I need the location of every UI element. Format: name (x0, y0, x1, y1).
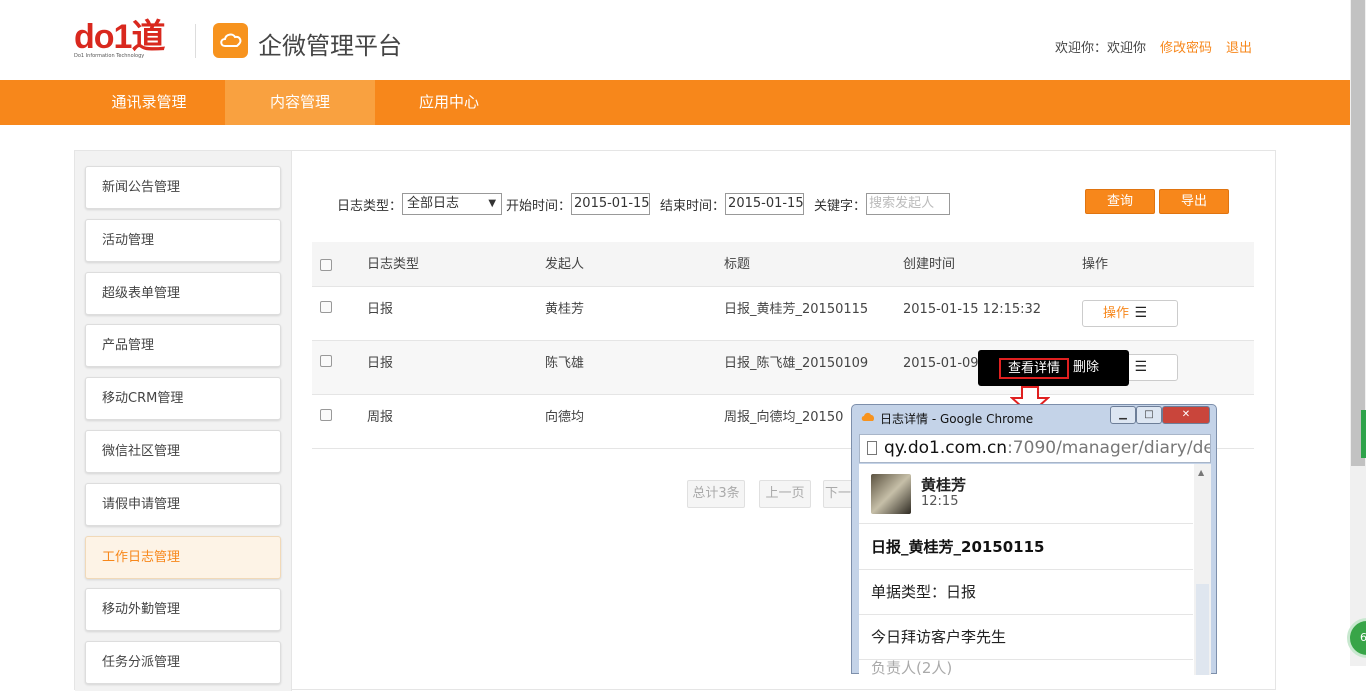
sidebar-item-news[interactable]: 新闻公告管理 (85, 166, 281, 209)
page-icon (867, 441, 877, 455)
end-time-input[interactable]: 2015-01-15 (725, 193, 805, 215)
sidebar-item-product[interactable]: 产品管理 (85, 324, 281, 367)
log-type-line: 单据类型：日报 (859, 571, 1193, 615)
start-time-label: 开始时间： (506, 198, 572, 214)
cell-title: 日报_陈飞雄_20150109 (724, 356, 869, 371)
app-title: 企微管理平台 (258, 32, 402, 60)
col-header-initiator: 发起人 (545, 257, 585, 272)
cell-created: 2015-01-09 (903, 356, 979, 371)
cloud-icon (861, 412, 875, 421)
view-detail-button[interactable]: 查看详情 (999, 358, 1069, 379)
pager-prev-button[interactable]: 上一页 (759, 480, 811, 508)
cell-initiator: 向德均 (545, 410, 585, 425)
cell-type: 周报 (367, 410, 394, 425)
url-path: :7090/manager/diary/detail. (1007, 438, 1210, 458)
greeting-text: 欢迎你：欢迎你 (1054, 41, 1146, 56)
page-scrollbar[interactable] (1350, 0, 1366, 666)
sidebar: 新闻公告管理 活动管理 超级表单管理 产品管理 移动CRM管理 微信社区管理 请… (75, 151, 292, 691)
page-scroll-thumb[interactable] (1351, 0, 1365, 466)
main-nav: 通讯录管理 内容管理 应用中心 (0, 80, 1350, 125)
table-row: 日报 黄桂芳 日报_黄桂芳_20150115 2015-01-15 12:15:… (312, 287, 1254, 341)
row-checkbox[interactable] (320, 301, 332, 313)
cell-type: 日报 (367, 302, 394, 317)
log-title: 日报_黄桂芳_20150115 (859, 525, 1193, 570)
sidebar-item-field-work[interactable]: 移动外勤管理 (85, 588, 281, 631)
keyword-input[interactable]: 搜索发起人 (866, 193, 951, 215)
post-time: 12:15 (921, 494, 959, 509)
row-checkbox[interactable] (320, 409, 332, 421)
query-button[interactable]: 查询 (1085, 189, 1155, 214)
minimize-icon[interactable]: ▁ (1110, 406, 1136, 424)
author-block: 黄桂芳 12:15 (859, 464, 1193, 524)
header: do1道 Do1 Information Technology 企微管理平台 欢… (0, 0, 1350, 80)
col-header-type: 日志类型 (367, 257, 420, 272)
nav-item-app-center[interactable]: 应用中心 (374, 80, 524, 125)
pager-total: 总计3条 (687, 480, 745, 508)
cell-initiator: 黄桂芳 (545, 302, 585, 317)
close-icon[interactable]: ✕ (1162, 406, 1210, 424)
row-action-button[interactable]: 操作 ☰ (1082, 300, 1178, 327)
sidebar-item-community[interactable]: 微信社区管理 (85, 430, 281, 473)
detail-chrome-window: 日志详情 - Google Chrome ▁ □ ✕ qy.do1.com.cn… (851, 404, 1217, 675)
log-content: 今日拜访客户李先生 (859, 616, 1193, 660)
popup-scrollbar[interactable]: ▲ (1194, 464, 1211, 675)
cell-created: 2015-01-15 12:15:32 (903, 302, 1042, 317)
change-password-link[interactable]: 修改密码 (1160, 37, 1212, 56)
detail-page: 黄桂芳 12:15 日报_黄桂芳_20150115 单据类型：日报 今日拜访客户… (859, 464, 1211, 675)
export-button[interactable]: 导出 (1159, 189, 1229, 214)
logo-text: do1道 (74, 18, 165, 56)
sidebar-item-activity[interactable]: 活动管理 (85, 219, 281, 262)
url-host: qy.do1.com.cn (884, 438, 1008, 458)
log-type-value: 全部日志 (407, 196, 460, 211)
logout-link[interactable]: 退出 (1226, 37, 1252, 56)
responsible-line: 负责人(2人) (871, 659, 953, 676)
row-checkbox[interactable] (320, 355, 332, 367)
table-header: 日志类型 发起人 标题 创建时间 操作 (312, 242, 1254, 287)
sidebar-item-work-log[interactable]: 工作日志管理 (85, 536, 281, 579)
pager-next-button[interactable]: 下一 (823, 480, 853, 508)
sidebar-item-super-form[interactable]: 超级表单管理 (85, 272, 281, 315)
address-bar[interactable]: qy.do1.com.cn:7090/manager/diary/detail. (859, 434, 1211, 463)
side-float-tab[interactable] (1361, 410, 1366, 458)
filter-bar: 日志类型： 全部日志 ▼ 开始时间： 2015-01-15 结束时间： 2015… (337, 193, 960, 215)
start-time-input[interactable]: 2015-01-15 (571, 193, 651, 215)
dropdown-arrow-icon: ▼ (488, 198, 497, 209)
do1-logo[interactable]: do1道 Do1 Information Technology (74, 18, 165, 59)
nav-item-contacts[interactable]: 通讯录管理 (74, 80, 224, 125)
window-title: 日志详情 - Google Chrome (880, 412, 1034, 426)
cell-title: 周报_向德均_20150 (724, 410, 844, 425)
end-time-label: 结束时间： (660, 198, 726, 214)
author-name: 黄桂芳 (921, 476, 967, 494)
menu-icon: ☰ (1134, 359, 1147, 375)
avatar (871, 474, 911, 514)
logo-subtitle: Do1 Information Technology (74, 53, 145, 59)
user-area: 欢迎你：欢迎你 修改密码 退出 (1055, 37, 1252, 56)
sidebar-item-task[interactable]: 任务分派管理 (85, 641, 281, 684)
delete-button[interactable]: 删除 (1073, 350, 1099, 386)
log-type-label: 日志类型： (337, 198, 403, 214)
keyword-label: 关键字： (814, 198, 867, 214)
cell-type: 日报 (367, 356, 394, 371)
cell-title: 日报_黄桂芳_20150115 (724, 302, 869, 317)
log-type-select[interactable]: 全部日志 ▼ (402, 193, 503, 215)
select-all-checkbox[interactable] (320, 259, 332, 271)
col-header-action: 操作 (1082, 257, 1109, 272)
nav-item-content[interactable]: 内容管理 (225, 80, 375, 125)
logo-divider (195, 24, 196, 58)
col-header-title: 标题 (724, 257, 751, 272)
maximize-icon[interactable]: □ (1136, 406, 1162, 424)
menu-icon: ☰ (1134, 305, 1147, 321)
popup-scroll-thumb[interactable] (1196, 584, 1209, 675)
scroll-up-icon[interactable]: ▲ (1198, 468, 1204, 477)
action-label: 操作 (1103, 306, 1130, 321)
col-header-created: 创建时间 (903, 257, 956, 272)
sidebar-item-crm[interactable]: 移动CRM管理 (85, 377, 281, 420)
cell-initiator: 陈飞雄 (545, 356, 585, 371)
cloud-icon (213, 23, 248, 58)
action-popup-menu: 查看详情 删除 (978, 350, 1129, 386)
sidebar-item-leave[interactable]: 请假申请管理 (85, 483, 281, 526)
